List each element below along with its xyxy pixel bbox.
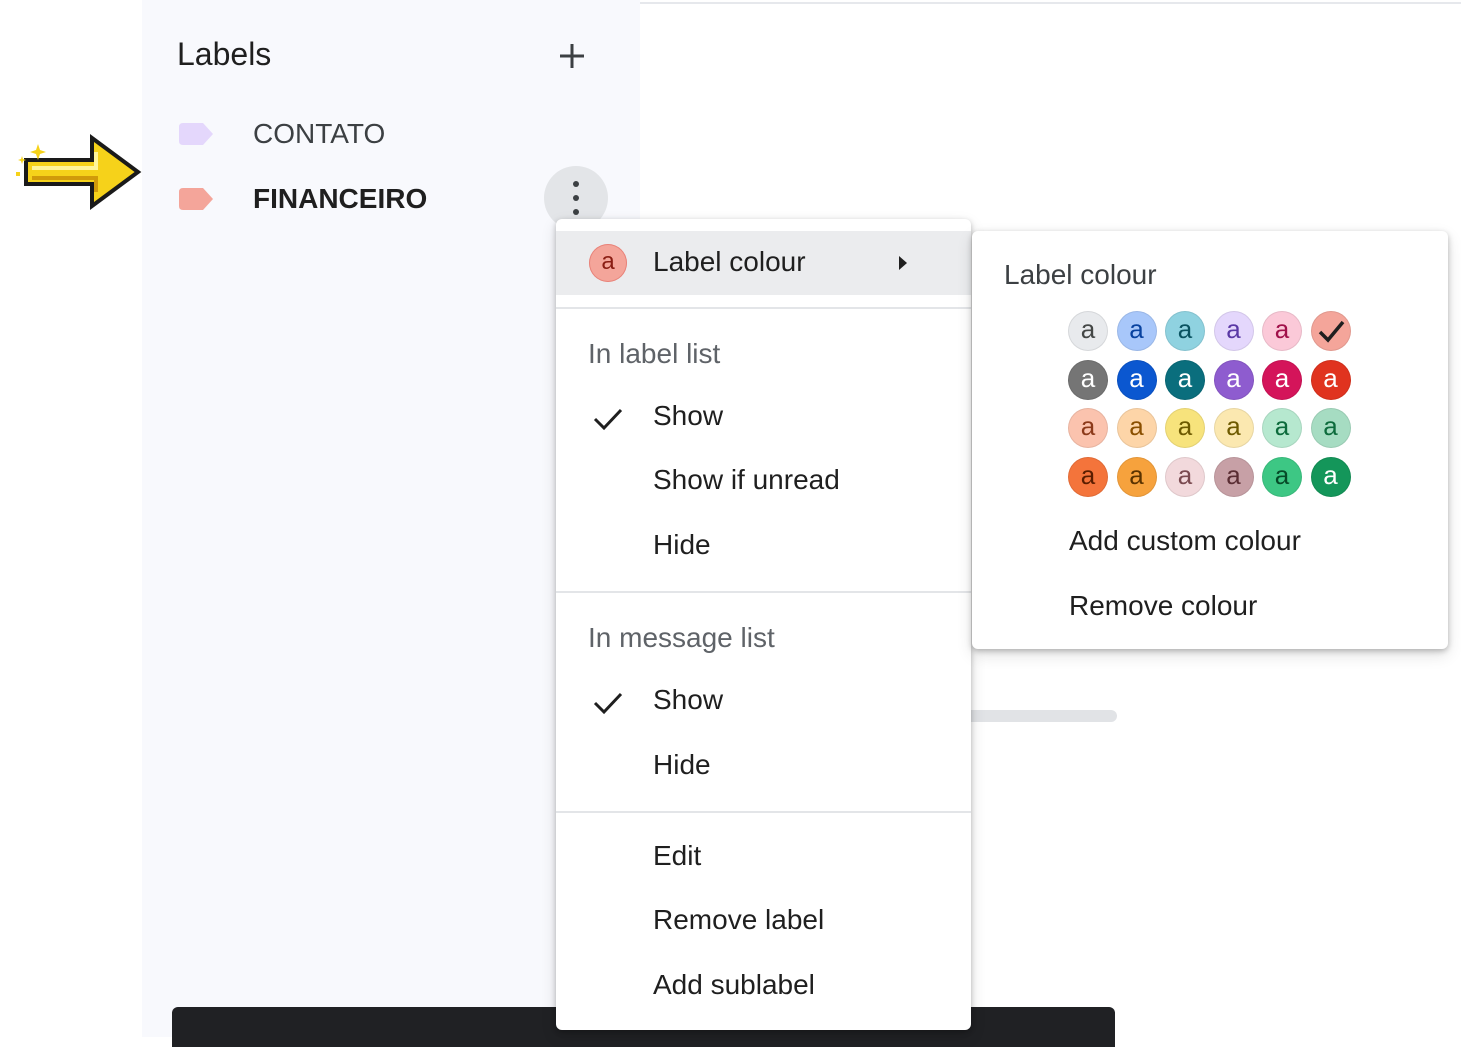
label-name: FINANCEIRO (253, 183, 428, 214)
menu-item-message-list-hide[interactable]: Hide (556, 737, 971, 797)
menu-item-label-list-hide[interactable]: Hide (556, 517, 971, 577)
label-name: CONTATO (253, 118, 386, 149)
label-list-heading: In label list (588, 338, 721, 369)
colour-swatch[interactable]: a (1116, 408, 1157, 448)
colour-swatch[interactable]: a (1262, 359, 1302, 400)
menu-divider (556, 591, 971, 593)
menu-item-label: Show (653, 684, 724, 715)
menu-divider (556, 307, 971, 309)
label-colour-panel: Label colour aaaaaaaaaaaaaaaaaaaaaaa Add… (972, 231, 1448, 649)
colour-swatch[interactable] (1310, 311, 1351, 351)
menu-item-label: Remove label (653, 904, 825, 935)
add-custom-colour-button[interactable]: Add custom colour (1069, 525, 1301, 557)
colour-swatch[interactable]: a (1165, 456, 1205, 497)
colour-swatch[interactable]: a (1213, 456, 1254, 497)
check-icon (593, 692, 623, 715)
colour-swatch[interactable]: a (1165, 359, 1205, 400)
menu-item-label: Add sublabel (653, 969, 815, 1000)
colour-swatch[interactable]: a (1213, 311, 1254, 351)
label-item-contato[interactable]: CONTATO (142, 106, 640, 162)
label-icon (179, 188, 213, 210)
remove-colour-button[interactable]: Remove colour (1069, 590, 1257, 622)
colour-swatch[interactable]: a (1068, 456, 1108, 497)
message-list-heading: In message list (588, 622, 775, 653)
loading-bar (960, 710, 1117, 722)
colour-swatch[interactable]: a (1165, 311, 1205, 351)
check-icon (1318, 320, 1344, 343)
menu-item-edit[interactable]: Edit (556, 828, 971, 888)
colour-swatch[interactable]: a (1310, 408, 1351, 448)
colour-swatch[interactable]: a (1068, 311, 1108, 351)
check-icon (593, 408, 623, 431)
current-colour-swatch: a (589, 244, 627, 282)
labels-heading: Labels (177, 36, 272, 72)
colour-swatch[interactable]: a (1165, 408, 1205, 448)
colour-swatch[interactable]: a (1116, 359, 1157, 400)
colour-swatch[interactable]: a (1116, 311, 1157, 351)
colour-swatch[interactable]: a (1213, 359, 1254, 400)
menu-item-remove-label[interactable]: Remove label (556, 892, 971, 952)
menu-divider (556, 811, 971, 813)
caret-right-icon (899, 256, 907, 270)
colour-swatch[interactable]: a (1310, 359, 1351, 400)
colour-swatch[interactable]: a (1262, 456, 1302, 497)
add-label-button[interactable] (552, 36, 592, 76)
menu-item-label-list-show[interactable]: Show (556, 388, 971, 448)
menu-item-label: Hide (653, 529, 711, 560)
menu-item-label: Label colour (653, 246, 806, 277)
pointer-arrow-icon (16, 134, 142, 210)
plus-icon (560, 44, 584, 68)
colour-swatch[interactable]: a (1262, 311, 1302, 351)
colour-swatch[interactable]: a (1213, 408, 1254, 448)
colour-swatch[interactable]: a (1068, 408, 1108, 448)
colour-swatch[interactable]: a (1116, 456, 1157, 497)
menu-item-label: Show if unread (653, 464, 840, 495)
label-options-menu: a Label colour In label list Show Show i… (556, 219, 971, 1030)
menu-item-add-sublabel[interactable]: Add sublabel (556, 957, 971, 1017)
colour-swatch[interactable]: a (1310, 456, 1351, 497)
menu-item-label: Edit (653, 840, 702, 871)
menu-item-message-list-show[interactable]: Show (556, 672, 971, 732)
menu-item-label-list-show-if-unread[interactable]: Show if unread (556, 452, 971, 512)
menu-item-label: Hide (653, 749, 711, 780)
label-icon (179, 123, 213, 145)
top-divider (640, 2, 1461, 4)
menu-item-label: Show (653, 400, 724, 431)
colour-panel-title: Label colour (1004, 259, 1157, 290)
colour-swatch[interactable]: a (1262, 408, 1302, 448)
colour-swatch[interactable]: a (1068, 359, 1108, 400)
menu-item-label-colour[interactable]: a Label colour (556, 231, 971, 295)
colour-palette: aaaaaaaaaaaaaaaaaaaaaaa (1068, 311, 1358, 511)
